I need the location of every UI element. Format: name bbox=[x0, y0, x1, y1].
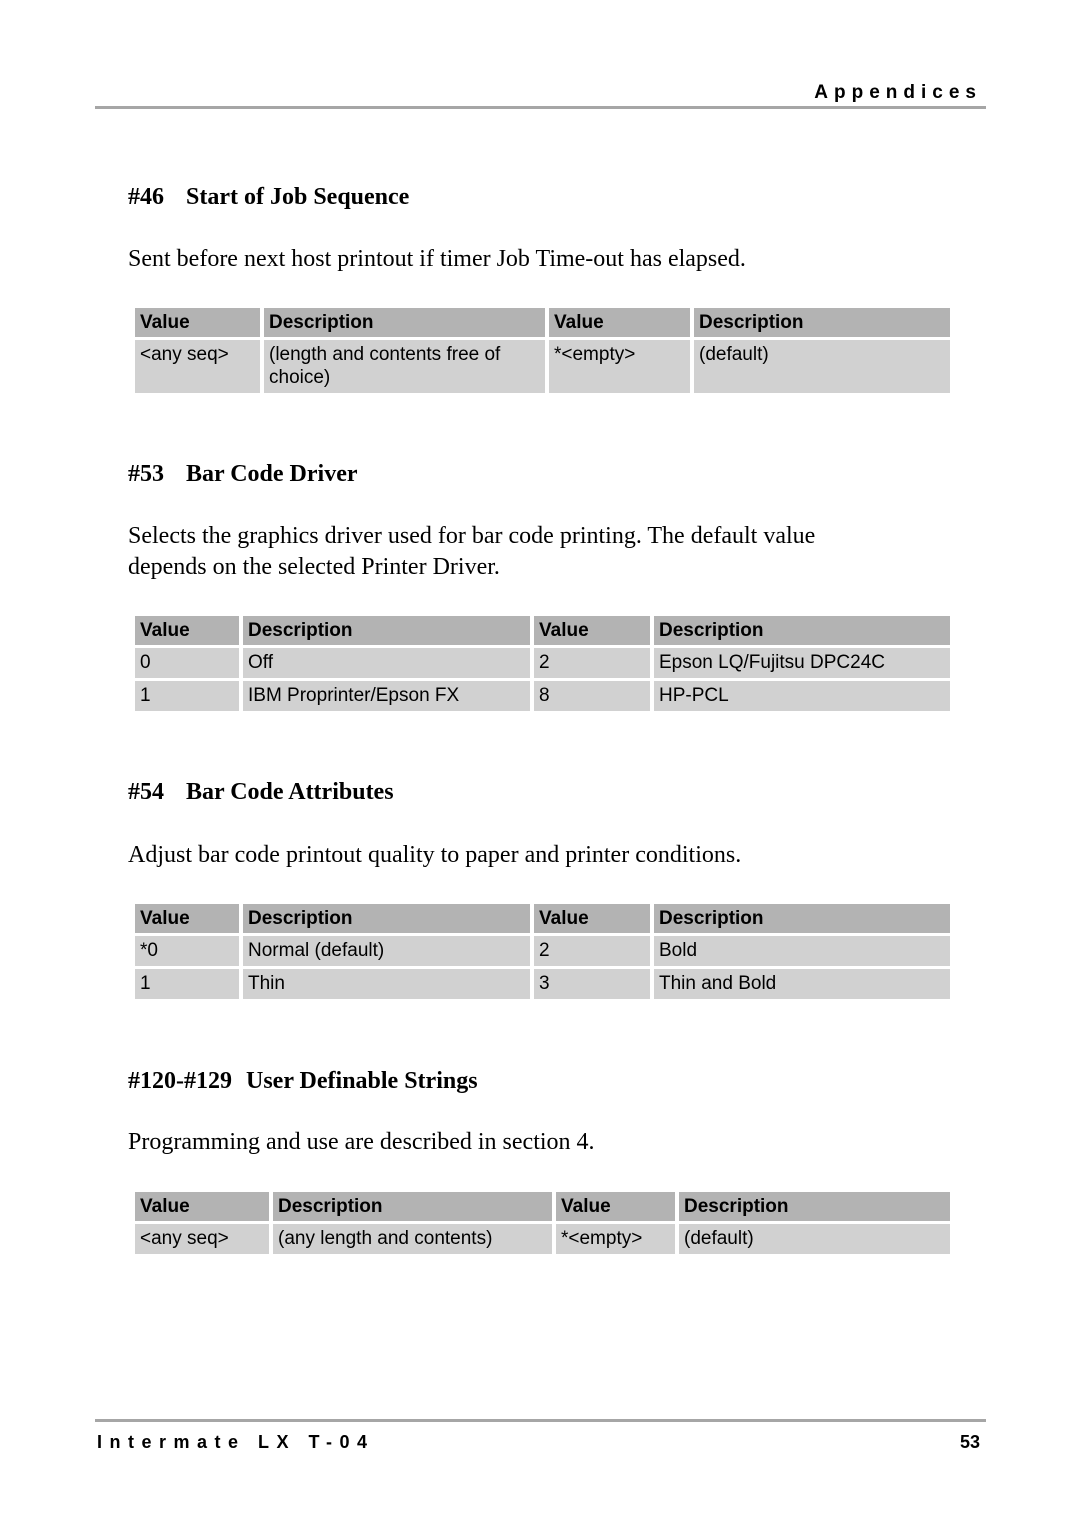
table-row: 1 IBM Proprinter/Epson FX 8 HP-PCL bbox=[135, 681, 950, 711]
column-header: Value bbox=[135, 616, 239, 645]
table-header-row: Value Description Value Description bbox=[135, 308, 950, 337]
table-cell: (any length and contents) bbox=[273, 1224, 552, 1254]
table-row: *0 Normal (default) 2 Bold bbox=[135, 936, 950, 966]
section-number: #53 bbox=[128, 461, 164, 487]
table-row: 1 Thin 3 Thin and Bold bbox=[135, 969, 950, 999]
table-header-row: Value Description Value Description bbox=[135, 904, 950, 933]
table-cell: 0 bbox=[135, 648, 239, 678]
section-name: Bar Code Attributes bbox=[186, 779, 394, 805]
column-header: Description bbox=[273, 1192, 552, 1221]
value-table: Value Description Value Description *0 N… bbox=[131, 901, 954, 1002]
table-header-row: Value Description Value Description bbox=[135, 1192, 950, 1221]
table-header-row: Value Description Value Description bbox=[135, 616, 950, 645]
column-header: Description bbox=[654, 904, 950, 933]
running-footer-title: Intermate LX T-04 bbox=[97, 1432, 375, 1452]
table-cell: <any seq> bbox=[135, 340, 260, 393]
value-table: Value Description Value Description <any… bbox=[131, 1189, 954, 1257]
column-header: Value bbox=[135, 1192, 269, 1221]
section-title: #54 Bar Code Attributes bbox=[128, 779, 394, 806]
table-cell: IBM Proprinter/Epson FX bbox=[243, 681, 530, 711]
column-header: Description bbox=[243, 904, 530, 933]
column-header: Value bbox=[534, 616, 650, 645]
table-cell: 2 bbox=[534, 936, 650, 966]
column-header: Value bbox=[135, 308, 260, 337]
column-header: Description bbox=[243, 616, 530, 645]
column-header: Description bbox=[679, 1192, 950, 1221]
column-header: Description bbox=[264, 308, 545, 337]
table-row: <any seq> (any length and contents) *<em… bbox=[135, 1224, 950, 1254]
column-header: Description bbox=[694, 308, 950, 337]
table-cell: Thin and Bold bbox=[654, 969, 950, 999]
section-name: User Definable Strings bbox=[246, 1068, 478, 1094]
running-header: Appendices bbox=[814, 82, 982, 103]
table-cell: (length and contents free of choice) bbox=[264, 340, 545, 393]
section-title: #120-#129 User Definable Strings bbox=[128, 1068, 478, 1095]
column-header: Value bbox=[534, 904, 650, 933]
table-cell: 3 bbox=[534, 969, 650, 999]
value-table: Value Description Value Description <any… bbox=[131, 305, 954, 396]
table-cell: HP-PCL bbox=[654, 681, 950, 711]
header-rule bbox=[95, 106, 986, 109]
section-description: Sent before next host printout if timer … bbox=[128, 246, 746, 272]
table-row: <any seq> (length and contents free of c… bbox=[135, 340, 950, 393]
column-header: Value bbox=[556, 1192, 675, 1221]
table-cell: Bold bbox=[654, 936, 950, 966]
table-cell: <any seq> bbox=[135, 1224, 269, 1254]
table-cell: 8 bbox=[534, 681, 650, 711]
table-cell: Thin bbox=[243, 969, 530, 999]
column-header: Value bbox=[549, 308, 690, 337]
section-number: #54 bbox=[128, 779, 164, 805]
table-cell: (default) bbox=[679, 1224, 950, 1254]
table-row: 0 Off 2 Epson LQ/Fujitsu DPC24C bbox=[135, 648, 950, 678]
table-cell: *<empty> bbox=[556, 1224, 675, 1254]
table-cell: Off bbox=[243, 648, 530, 678]
section-description: Programming and use are described in sec… bbox=[128, 1129, 595, 1155]
table-cell: *0 bbox=[135, 936, 239, 966]
table-cell: 2 bbox=[534, 648, 650, 678]
table-cell: (default) bbox=[694, 340, 950, 393]
section-description: Adjust bar code printout quality to pape… bbox=[128, 842, 742, 868]
footer-rule bbox=[95, 1419, 986, 1422]
section-title: #46 Start of Job Sequence bbox=[128, 184, 409, 211]
page-number: 53 bbox=[959, 1432, 980, 1452]
section-number: #46 bbox=[128, 184, 164, 210]
table-cell: Epson LQ/Fujitsu DPC24C bbox=[654, 648, 950, 678]
column-header: Value bbox=[135, 904, 239, 933]
table-cell: 1 bbox=[135, 681, 239, 711]
section-name: Start of Job Sequence bbox=[186, 184, 410, 210]
value-table: Value Description Value Description 0 Of… bbox=[131, 613, 954, 714]
section-description: Selects the graphics driver used for bar… bbox=[128, 523, 816, 580]
table-cell: Normal (default) bbox=[243, 936, 530, 966]
section-title: #53 Bar Code Driver bbox=[128, 461, 358, 488]
table-cell: *<empty> bbox=[549, 340, 690, 393]
section-number: #120-#129 bbox=[128, 1068, 232, 1094]
column-header: Description bbox=[654, 616, 950, 645]
section-name: Bar Code Driver bbox=[186, 461, 358, 487]
table-cell: 1 bbox=[135, 969, 239, 999]
